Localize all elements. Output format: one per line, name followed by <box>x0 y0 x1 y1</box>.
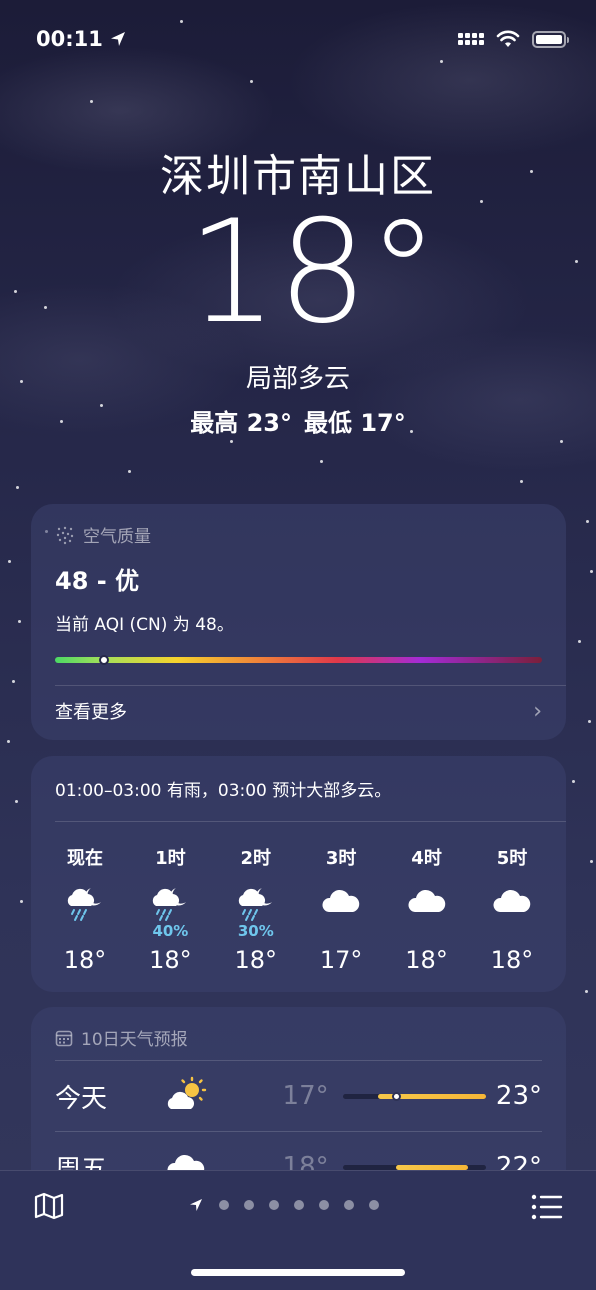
aqi-title: 空气质量 <box>55 522 542 547</box>
star <box>180 20 183 23</box>
hour-item: 4时 18° <box>387 844 467 974</box>
star <box>12 680 15 683</box>
hour-item: 2时 30% 18° <box>216 844 296 974</box>
sun-cloud-icon <box>164 1076 208 1116</box>
star <box>590 570 593 573</box>
star <box>20 900 23 903</box>
rain-cloud-moon-icon <box>148 882 192 922</box>
page-dot[interactable] <box>294 1200 304 1210</box>
rain-cloud-moon-icon <box>234 882 278 922</box>
star <box>586 520 589 523</box>
air-quality-card[interactable]: 空气质量 48 - 优 当前 AQI (CN) 为 48。 查看更多 › <box>31 504 566 740</box>
star <box>18 620 21 623</box>
star <box>8 560 11 563</box>
hourly-list: 现在 18° 1时 40% 18° 2时 30% 18° 3时 17° 4时 18° 5时 18° <box>45 844 552 974</box>
cellular-signal-icon <box>458 33 484 45</box>
day-row[interactable]: 今天 17° 23° <box>55 1061 542 1131</box>
star <box>440 60 443 63</box>
star <box>585 990 588 993</box>
hour-item: 现在 18° <box>45 844 125 974</box>
chevron-right-icon: › <box>533 698 542 724</box>
status-time: 00:11 <box>36 27 127 51</box>
star <box>520 480 523 483</box>
list-icon[interactable] <box>531 1193 563 1221</box>
low-temp: 最低 17° <box>304 409 406 437</box>
page-dot[interactable] <box>369 1200 379 1210</box>
location-arrow-icon <box>110 32 125 46</box>
cloud-icon <box>405 882 449 922</box>
temp-range-bar <box>342 1091 486 1101</box>
day-name: 今天 <box>55 1083 108 1114</box>
star <box>128 470 131 473</box>
star <box>560 440 563 443</box>
hour-label: 4时 <box>411 848 442 869</box>
aqi-value: 48 - 优 <box>55 567 140 595</box>
star <box>90 100 93 103</box>
star <box>230 440 233 443</box>
current-temp-marker <box>392 1091 402 1101</box>
cloud-icon <box>319 882 363 922</box>
rain-cloud-moon-icon <box>63 882 107 922</box>
divider <box>55 821 566 822</box>
hour-item: 3时 17° <box>301 844 381 974</box>
aqi-indicator <box>98 655 109 665</box>
day-low: 17° <box>282 1081 329 1111</box>
star <box>590 860 593 863</box>
battery-icon <box>532 30 569 48</box>
precip-chance: 30% <box>237 922 274 940</box>
hour-temp: 18° <box>149 946 192 974</box>
location-arrow-icon <box>190 1199 202 1211</box>
current-temperature: 18° <box>187 190 439 355</box>
hour-label: 1时 <box>155 848 186 869</box>
air-quality-icon <box>56 526 74 544</box>
see-more-link[interactable]: 查看更多 › <box>55 698 542 724</box>
current-weather-header: 深圳市南山区 18° 局部多云 最高 23° 最低 17° <box>0 140 596 438</box>
aqi-description: 当前 AQI (CN) 为 48。 <box>55 615 234 635</box>
hour-label: 现在 <box>67 848 103 869</box>
daily-title: 10日天气预报 <box>55 1025 542 1050</box>
hour-item: 1时 40% 18° <box>130 844 210 974</box>
cloud-icon <box>490 882 534 922</box>
home-indicator[interactable] <box>191 1269 405 1276</box>
page-dot[interactable] <box>319 1200 329 1210</box>
hour-label: 5时 <box>496 848 528 869</box>
hour-temp: 18° <box>490 946 534 974</box>
star <box>250 80 253 83</box>
star <box>16 486 19 489</box>
hour-label: 2时 <box>240 848 272 869</box>
precip-chance: 40% <box>152 922 189 940</box>
aqi-scale-bar <box>55 655 542 665</box>
high-low: 最高 23° 最低 17° <box>0 403 596 438</box>
page-dot[interactable] <box>269 1200 279 1210</box>
hour-temp: 18° <box>234 946 278 974</box>
hourly-summary: 01:00–03:00 有雨，03:00 预计大部多云。 <box>55 781 392 801</box>
page-dot[interactable] <box>344 1200 354 1210</box>
temp-range-fill <box>396 1164 468 1170</box>
high-temp: 最高 23° <box>190 409 292 437</box>
hour-label: 3时 <box>325 848 357 869</box>
temp-range-bar <box>342 1164 486 1170</box>
weather-condition: 局部多云 <box>245 364 350 394</box>
star <box>588 720 591 723</box>
bottom-toolbar <box>0 1170 596 1290</box>
star <box>320 460 323 463</box>
hour-item: 5时 18° <box>472 844 552 974</box>
hour-temp: 17° <box>319 946 363 974</box>
map-icon[interactable] <box>33 1191 65 1221</box>
hourly-forecast-card[interactable]: 01:00–03:00 有雨，03:00 预计大部多云。 现在 18° 1时 40% 1… <box>31 756 566 992</box>
star <box>572 780 575 783</box>
day-high: 23° <box>495 1081 542 1111</box>
calendar-icon <box>55 1030 73 1046</box>
star <box>578 640 581 643</box>
hour-temp: 18° <box>63 946 107 974</box>
star <box>15 800 18 803</box>
page-dot[interactable] <box>244 1200 254 1210</box>
status-bar: 00:11 <box>36 24 569 54</box>
hour-temp: 18° <box>405 946 448 974</box>
star <box>7 740 10 743</box>
wifi-icon <box>496 30 520 47</box>
page-dot[interactable] <box>219 1200 229 1210</box>
divider <box>55 685 566 686</box>
page-indicator[interactable] <box>188 1197 379 1213</box>
